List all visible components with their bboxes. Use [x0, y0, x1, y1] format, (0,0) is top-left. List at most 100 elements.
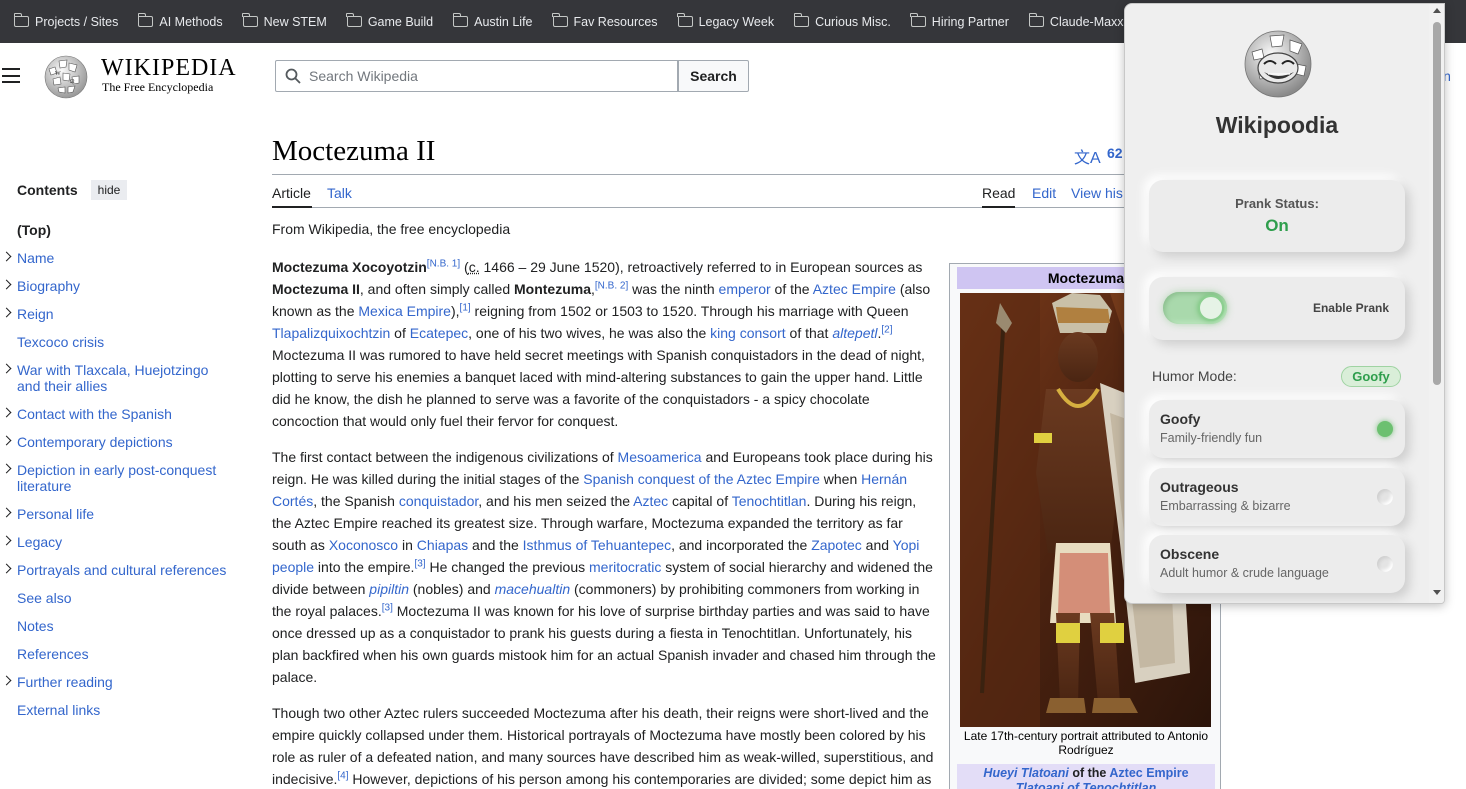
wikipedia-wordmark[interactable]: WIKIPEDIA	[101, 55, 237, 82]
bookmark-folder[interactable]: Curious Misc.	[793, 13, 891, 29]
bookmark-folder[interactable]: Projects / Sites	[13, 13, 118, 29]
toc-item[interactable]: Further reading	[1, 674, 232, 690]
mode-option-outrageous[interactable]: Outrageous Embarrassing & bizarre	[1149, 468, 1405, 526]
footnote-link[interactable]: [3]	[382, 602, 393, 613]
scroll-up-arrow-icon[interactable]	[1433, 8, 1441, 13]
link[interactable]: Tlapalizquixochtzin	[272, 325, 390, 341]
link[interactable]: Tlatoani of Tenochtitlan	[1016, 781, 1157, 789]
toc-item[interactable]: Name	[1, 250, 232, 266]
link[interactable]: conquistador	[399, 493, 478, 509]
link[interactable]: emperor	[719, 281, 771, 297]
tab-view-history[interactable]: View his	[1071, 185, 1123, 201]
tab-talk[interactable]: Talk	[327, 185, 352, 201]
footnote-link[interactable]: [3]	[414, 558, 425, 569]
tab-read[interactable]: Read	[982, 185, 1015, 201]
main-menu-button[interactable]	[2, 68, 20, 83]
prank-status-card: Prank Status: On	[1149, 180, 1405, 252]
active-tab-indicator	[272, 206, 312, 208]
link[interactable]: Xoconosco	[329, 537, 398, 553]
folder-icon	[137, 13, 154, 27]
link[interactable]: Tenochtitlan	[732, 493, 807, 509]
chevron-right-icon[interactable]	[1, 407, 12, 418]
site-sub: From Wikipedia, the free encyclopedia	[272, 221, 511, 237]
chevron-right-icon[interactable]	[1, 363, 12, 374]
link[interactable]: Aztec Empire	[813, 281, 896, 297]
folder-icon	[1028, 13, 1044, 27]
enable-prank-toggle[interactable]	[1163, 292, 1227, 324]
toc-item[interactable]: See also	[17, 590, 232, 606]
chevron-right-icon[interactable]	[1, 563, 12, 574]
toc-item[interactable]: Contact with the Spanish	[1, 406, 232, 422]
mode-radio-selected[interactable]	[1377, 421, 1393, 437]
wikipedia-globe-logo[interactable]: W Ω	[41, 53, 91, 99]
mode-radio[interactable]	[1377, 489, 1393, 505]
link[interactable]: Ecatepec	[410, 325, 468, 341]
tab-article[interactable]: Article	[272, 185, 311, 201]
toc-item[interactable]: Texcoco crisis	[17, 334, 232, 350]
wikipedia-tagline: The Free Encyclopedia	[102, 80, 214, 94]
humor-mode-badge: Goofy	[1341, 366, 1401, 387]
toc-item[interactable]: Reign	[1, 306, 232, 322]
toc-item[interactable]: Portrayals and cultural references	[1, 562, 232, 578]
footnote-link[interactable]: [N.B. 2]	[595, 280, 628, 291]
bookmark-folder[interactable]: AI Methods	[137, 13, 223, 29]
bookmark-folder[interactable]: New STEM	[242, 13, 327, 29]
popup-scrollbar[interactable]	[1429, 4, 1444, 603]
link[interactable]: king consort	[710, 325, 785, 341]
footnote-link[interactable]: [2]	[881, 324, 892, 335]
toc-item[interactable]: External links	[17, 702, 232, 718]
bookmark-folder[interactable]: Game Build	[346, 13, 433, 29]
toggle-knob[interactable]	[1198, 295, 1224, 321]
chevron-right-icon[interactable]	[1, 435, 12, 446]
humor-mode-label: Humor Mode:	[1152, 368, 1237, 384]
footnote-link[interactable]: [N.B. 1]	[427, 258, 460, 269]
toc-item[interactable]: Notes	[17, 618, 232, 634]
bookmark-folder[interactable]: Legacy Week	[677, 13, 774, 29]
link[interactable]: Aztec Empire	[1109, 766, 1188, 780]
language-count[interactable]: 62	[1107, 145, 1123, 161]
bookmark-folder[interactable]: Hiring Partner	[910, 13, 1009, 29]
toc-item[interactable]: War with Tlaxcala, Huejotzingo and their…	[1, 362, 232, 394]
chevron-right-icon[interactable]	[1, 507, 12, 518]
chevron-right-icon[interactable]	[1, 675, 12, 686]
link[interactable]: Mexica Empire	[358, 303, 451, 319]
scrollbar-thumb[interactable]	[1433, 22, 1441, 385]
scroll-down-arrow-icon[interactable]	[1433, 590, 1441, 595]
link[interactable]: macehualtin	[495, 581, 571, 597]
bookmark-folder[interactable]: Austin Life	[452, 13, 533, 29]
link[interactable]: meritocratic	[589, 559, 661, 575]
language-icon[interactable]: 文A	[1074, 144, 1101, 168]
toc-item[interactable]: Biography	[1, 278, 232, 294]
mode-description: Adult humor & crude language	[1160, 566, 1329, 580]
toc-hide-button[interactable]: hide	[90, 180, 128, 200]
toc-item[interactable]: Contemporary depictions	[1, 434, 232, 450]
chevron-right-icon[interactable]	[1, 307, 12, 318]
link[interactable]: Hueyi Tlatoani	[983, 766, 1068, 780]
chevron-right-icon[interactable]	[1, 463, 12, 474]
toc-item[interactable]: Legacy	[1, 534, 232, 550]
mode-radio[interactable]	[1377, 556, 1393, 572]
link[interactable]: Chiapas	[417, 537, 468, 553]
link[interactable]: Aztec	[633, 493, 668, 509]
toc-item[interactable]: Depiction in early post-conquest literat…	[1, 462, 232, 494]
tab-edit[interactable]: Edit	[1032, 185, 1056, 201]
link[interactable]: Mesoamerica	[618, 449, 702, 465]
link[interactable]: Isthmus of Tehuantepec	[523, 537, 671, 553]
link[interactable]: altepetl	[832, 325, 877, 341]
toc-item[interactable]: References	[17, 646, 232, 662]
toc-item[interactable]: Personal life	[1, 506, 232, 522]
toc-item-top[interactable]: (Top)	[17, 222, 232, 238]
link[interactable]: Zapotec	[811, 537, 862, 553]
chevron-right-icon[interactable]	[1, 279, 12, 290]
mode-option-obscene[interactable]: Obscene Adult humor & crude language	[1149, 535, 1405, 593]
chevron-right-icon[interactable]	[1, 535, 12, 546]
link[interactable]: Spanish conquest of the Aztec Empire	[583, 471, 820, 487]
footnote-link[interactable]: [4]	[337, 770, 348, 781]
bookmark-folder[interactable]: Fav Resources	[552, 13, 658, 29]
chevron-right-icon[interactable]	[1, 251, 12, 262]
footnote-link[interactable]: [1]	[460, 302, 471, 313]
link[interactable]: pipiltin	[369, 581, 409, 597]
search-button[interactable]: Search	[678, 60, 749, 92]
mode-option-goofy[interactable]: Goofy Family-friendly fun	[1149, 400, 1405, 458]
search-input[interactable]	[309, 68, 669, 84]
